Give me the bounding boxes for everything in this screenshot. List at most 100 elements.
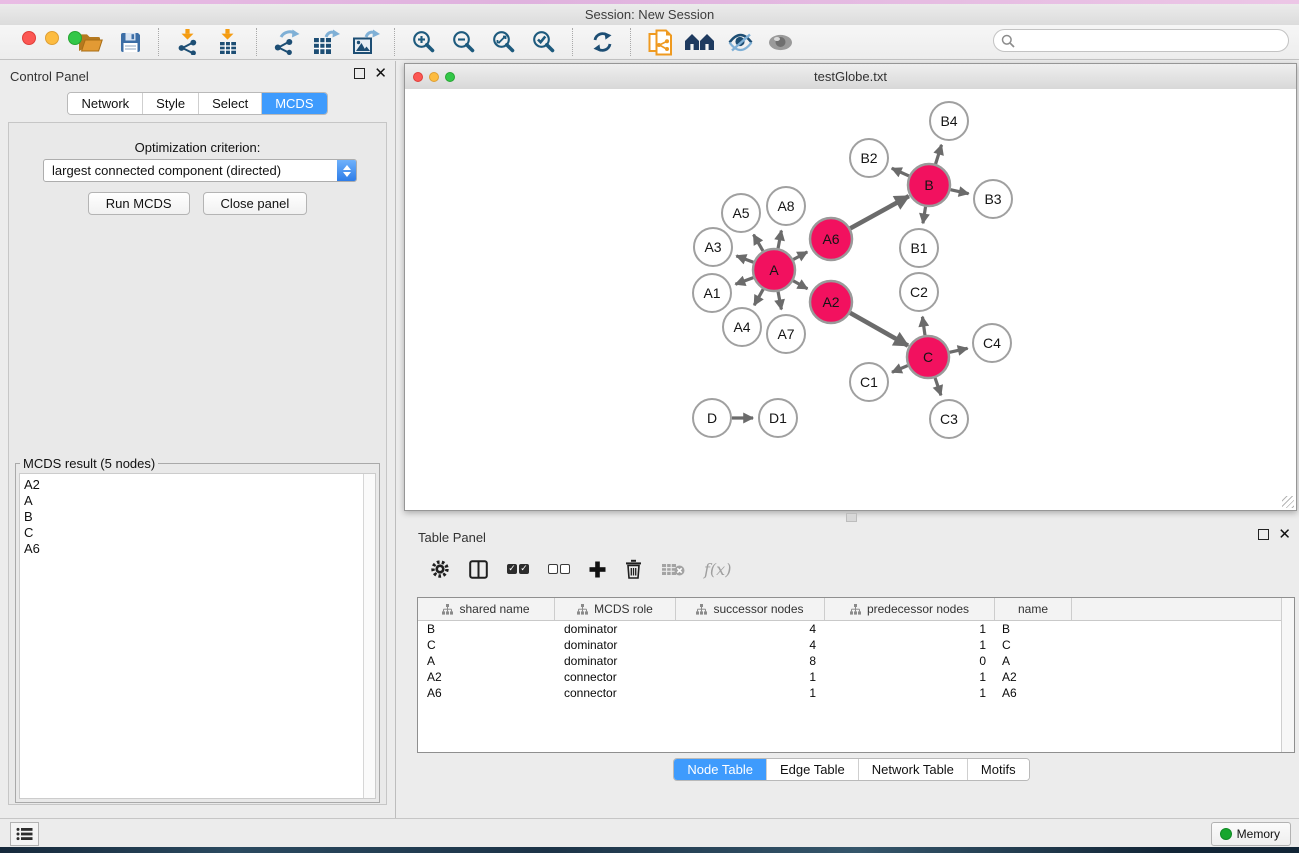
edge-A-A6[interactable] xyxy=(793,252,807,260)
maximize-network-icon[interactable] xyxy=(445,72,455,82)
mcds-result-item[interactable]: B xyxy=(20,509,375,525)
table-row[interactable]: Bdominator41B xyxy=(418,621,1294,637)
task-history-button[interactable] xyxy=(10,822,39,846)
control-tab-network[interactable]: Network xyxy=(68,93,142,114)
float-panel-icon[interactable] xyxy=(354,68,365,79)
deselect-all-columns-button[interactable] xyxy=(548,556,570,582)
edge-A-A2[interactable] xyxy=(793,281,807,289)
table-settings-button[interactable] xyxy=(430,556,450,582)
node-B3[interactable]: B3 xyxy=(974,180,1012,218)
node-A5[interactable]: A5 xyxy=(722,194,760,232)
edge-C-C1[interactable] xyxy=(892,366,908,373)
table-cell[interactable]: B xyxy=(995,622,1072,636)
edge-A-A1[interactable] xyxy=(735,278,753,285)
edge-A-A7[interactable] xyxy=(778,292,781,310)
edge-C-C2[interactable] xyxy=(922,317,925,335)
add-column-button[interactable] xyxy=(589,556,606,582)
close-window-icon[interactable] xyxy=(22,31,36,45)
edge-A-A3[interactable] xyxy=(736,256,753,262)
node-A1[interactable]: A1 xyxy=(693,274,731,312)
table-cell[interactable]: A xyxy=(418,654,555,668)
control-tab-mcds[interactable]: MCDS xyxy=(261,93,326,114)
float-table-panel-icon[interactable] xyxy=(1258,529,1269,540)
table-cell[interactable]: dominator xyxy=(555,654,676,668)
close-panel-icon[interactable]: ✕ xyxy=(374,68,387,79)
mcds-result-item[interactable]: A xyxy=(20,493,375,509)
node-A3[interactable]: A3 xyxy=(694,228,732,266)
delete-column-button[interactable] xyxy=(625,556,642,582)
edge-C-C4[interactable] xyxy=(949,348,967,352)
zoom-out-button[interactable] xyxy=(444,27,484,57)
table-row[interactable]: Adominator80A xyxy=(418,653,1294,669)
export-network-button[interactable] xyxy=(266,27,306,57)
edge-B-B1[interactable] xyxy=(923,207,926,224)
network-canvas[interactable]: AA1A2A3A4A5A6A7A8BB1B2B3B4CC1C2C3C4DD1 xyxy=(405,89,1296,510)
edge-A-A5[interactable] xyxy=(754,235,763,251)
table-row[interactable]: A2connector11A2 xyxy=(418,669,1294,685)
refresh-view-button[interactable] xyxy=(582,27,622,57)
edge-C-C3[interactable] xyxy=(935,378,941,395)
table-tab-node-table[interactable]: Node Table xyxy=(674,759,766,780)
minimize-window-icon[interactable] xyxy=(45,31,59,45)
close-panel-button[interactable]: Close panel xyxy=(203,192,308,215)
control-tab-select[interactable]: Select xyxy=(198,93,261,114)
table-cell[interactable]: 1 xyxy=(676,670,825,684)
import-table-button[interactable] xyxy=(208,27,248,57)
mcds-result-item[interactable]: C xyxy=(20,525,375,541)
node-A2[interactable]: A2 xyxy=(810,281,852,323)
table-cell[interactable]: 4 xyxy=(676,638,825,652)
table-cell[interactable]: connector xyxy=(555,686,676,700)
node-D[interactable]: D xyxy=(693,399,731,437)
table-cell[interactable]: A2 xyxy=(995,670,1072,684)
table-cell[interactable]: C xyxy=(418,638,555,652)
edge-B-B2[interactable] xyxy=(892,168,909,176)
node-A6[interactable]: A6 xyxy=(810,218,852,260)
table-cell[interactable]: 1 xyxy=(676,686,825,700)
table-cell[interactable]: A xyxy=(995,654,1072,668)
column-header-predecessor-nodes[interactable]: predecessor nodes xyxy=(825,598,995,620)
minimize-network-icon[interactable] xyxy=(429,72,439,82)
node-A4[interactable]: A4 xyxy=(723,308,761,346)
node-A[interactable]: A xyxy=(753,249,795,291)
select-all-columns-button[interactable]: ✓✓ xyxy=(507,556,529,582)
node-C3[interactable]: C3 xyxy=(930,400,968,438)
search-input[interactable] xyxy=(1019,33,1288,49)
node-B1[interactable]: B1 xyxy=(900,229,938,267)
table-cell[interactable]: 1 xyxy=(825,686,995,700)
criterion-dropdown[interactable]: largest connected component (directed) xyxy=(43,159,357,182)
table-cell[interactable]: C xyxy=(995,638,1072,652)
node-C1[interactable]: C1 xyxy=(850,363,888,401)
zoom-in-button[interactable] xyxy=(404,27,444,57)
column-header-successor-nodes[interactable]: successor nodes xyxy=(676,598,825,620)
table-tab-network-table[interactable]: Network Table xyxy=(858,759,967,780)
edge-A-A8[interactable] xyxy=(778,231,781,249)
export-image-button[interactable] xyxy=(346,27,386,57)
node-B2[interactable]: B2 xyxy=(850,139,888,177)
import-network-button[interactable] xyxy=(168,27,208,57)
table-scrollbar[interactable] xyxy=(1281,598,1294,752)
node-A8[interactable]: A8 xyxy=(767,187,805,225)
table-cell[interactable]: 1 xyxy=(825,670,995,684)
edge-A-A4[interactable] xyxy=(754,289,763,305)
window-resize-grip[interactable] xyxy=(1282,496,1294,508)
hide-graphics-details-button[interactable] xyxy=(720,27,760,57)
table-cell[interactable]: connector xyxy=(555,670,676,684)
table-cell[interactable]: 1 xyxy=(825,622,995,636)
close-table-panel-icon[interactable]: ✕ xyxy=(1278,529,1291,540)
home-networks-button[interactable] xyxy=(680,27,720,57)
close-network-icon[interactable] xyxy=(413,72,423,82)
save-session-button[interactable] xyxy=(110,27,150,57)
node-B[interactable]: B xyxy=(908,164,950,206)
edge-B-B4[interactable] xyxy=(936,145,942,164)
table-cell[interactable]: A6 xyxy=(418,686,555,700)
clone-network-button[interactable] xyxy=(640,27,680,57)
table-cell[interactable]: dominator xyxy=(555,638,676,652)
column-header-shared-name[interactable]: shared name xyxy=(418,598,555,620)
edge-A6-B[interactable] xyxy=(850,196,909,228)
export-table-button[interactable] xyxy=(306,27,346,57)
table-cell[interactable]: B xyxy=(418,622,555,636)
memory-button[interactable]: Memory xyxy=(1211,822,1291,846)
table-cell[interactable]: 1 xyxy=(825,638,995,652)
table-cell[interactable]: A2 xyxy=(418,670,555,684)
table-cell[interactable]: 4 xyxy=(676,622,825,636)
